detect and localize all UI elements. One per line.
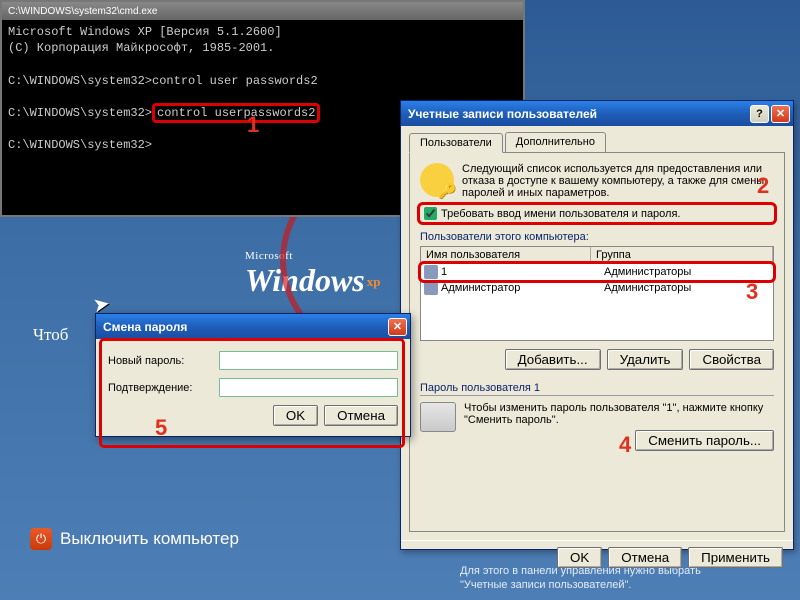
remove-button[interactable]: Удалить xyxy=(607,349,684,370)
change-password-button[interactable]: Сменить пароль... xyxy=(635,430,774,451)
cmd-titlebar[interactable]: C:\WINDOWS\system32\cmd.exe xyxy=(2,2,523,20)
ok-button[interactable]: OK xyxy=(273,405,318,426)
users-list[interactable]: Имя пользователя Группа 1 Администраторы… xyxy=(420,246,774,341)
windows-xp-logo: Microsoft Windowsxp xyxy=(245,250,380,299)
require-credentials-checkbox[interactable] xyxy=(424,207,437,220)
password-help-text: Чтобы изменить пароль пользователя "1", … xyxy=(464,402,774,426)
apply-button[interactable]: Применить xyxy=(688,547,783,568)
change-password-dialog: Смена пароля ✕ Новый пароль: Подтвержден… xyxy=(95,313,411,437)
computer-icon xyxy=(420,402,456,432)
user-icon xyxy=(424,265,438,279)
dialog-titlebar[interactable]: Учетные записи пользователей ? ✕ xyxy=(401,101,793,126)
close-button[interactable]: ✕ xyxy=(388,318,407,336)
cancel-button[interactable]: Отмена xyxy=(324,405,398,426)
login-hint: Чтоб xyxy=(33,325,68,345)
dialog-title: Учетные записи пользователей xyxy=(408,107,597,121)
annotation-1: 1 xyxy=(247,112,259,138)
confirm-password-input[interactable] xyxy=(219,378,398,397)
shutdown-button[interactable]: Выключить компьютер xyxy=(30,528,239,550)
user-icon xyxy=(424,281,438,295)
cancel-button[interactable]: Отмена xyxy=(608,547,682,568)
users-list-label: Пользователи этого компьютера: xyxy=(420,231,774,243)
add-button[interactable]: Добавить... xyxy=(505,349,601,370)
confirm-password-label: Подтверждение: xyxy=(108,382,219,394)
power-icon xyxy=(30,528,52,550)
pw-dialog-titlebar[interactable]: Смена пароля ✕ xyxy=(96,314,410,339)
tab-advanced[interactable]: Дополнительно xyxy=(505,132,606,152)
new-password-label: Новый пароль: xyxy=(108,355,219,367)
new-password-input[interactable] xyxy=(219,351,398,370)
column-group[interactable]: Группа xyxy=(591,247,773,263)
ok-button[interactable]: OK xyxy=(557,547,602,568)
table-row[interactable]: 1 Администраторы xyxy=(421,264,773,280)
user-accounts-dialog: Учетные записи пользователей ? ✕ Пользов… xyxy=(400,100,794,550)
annotation-5: 5 xyxy=(155,415,167,441)
require-credentials-checkbox-row[interactable]: Требовать ввод имени пользователя и паро… xyxy=(420,205,774,222)
properties-button[interactable]: Свойства xyxy=(689,349,774,370)
users-keys-icon xyxy=(420,163,454,197)
column-username[interactable]: Имя пользователя xyxy=(421,247,591,263)
close-button[interactable]: ✕ xyxy=(771,105,790,123)
password-section-label: Пароль пользователя 1 xyxy=(420,382,774,396)
info-text: Следующий список используется для предос… xyxy=(462,163,774,199)
annotation-3: 3 xyxy=(746,279,758,305)
tab-users[interactable]: Пользователи xyxy=(409,133,503,153)
annotation-4: 4 xyxy=(619,432,631,458)
help-button[interactable]: ? xyxy=(750,105,769,123)
pw-dialog-title: Смена пароля xyxy=(103,320,187,334)
cmd-highlighted-command: control userpasswords2 xyxy=(152,103,320,123)
annotation-2: 2 xyxy=(757,173,769,199)
table-row[interactable]: Администратор Администраторы xyxy=(421,280,773,296)
